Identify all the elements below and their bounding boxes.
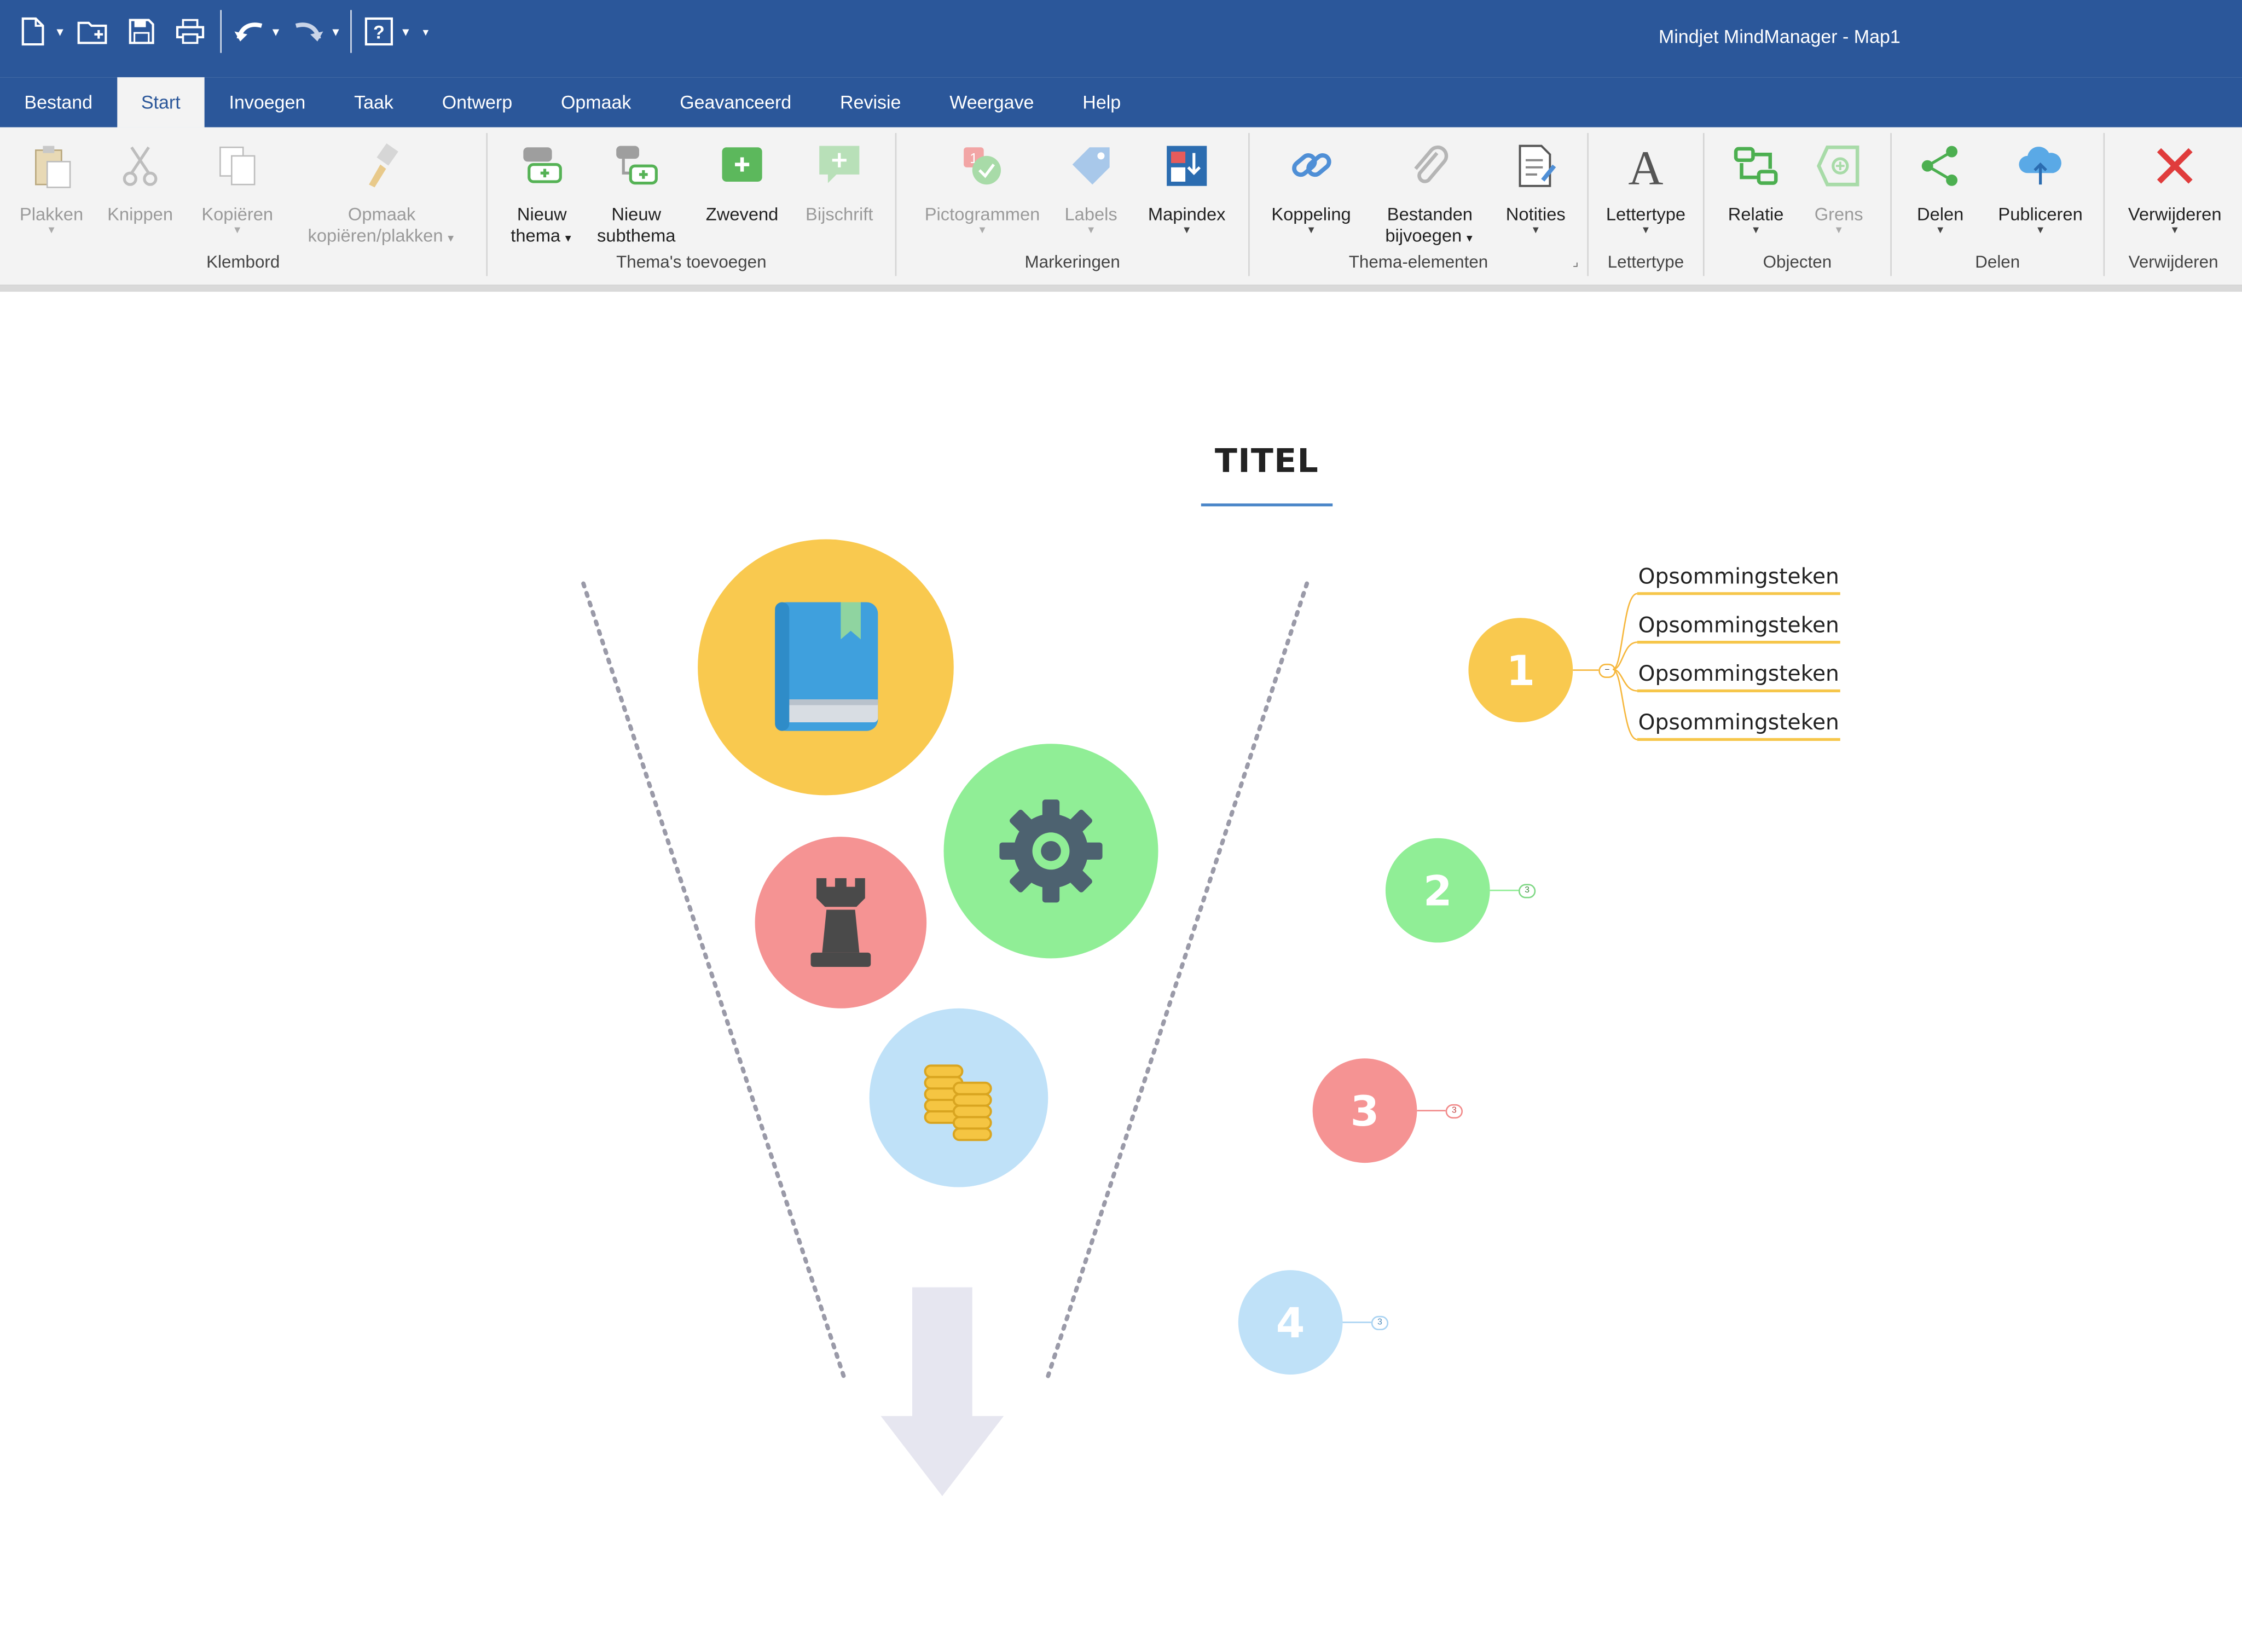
- app-window: ▼ ▼ ▼ ? ▼ ▾ Mindjet MindManager - Map1 B…: [0, 0, 2242, 1652]
- subtopic-bullet-4[interactable]: Opsommingsteken: [1637, 709, 1840, 741]
- subtopic-bullet-1[interactable]: Opsommingsteken: [1637, 564, 1840, 595]
- topic-1-branch-lines: [1612, 593, 1638, 740]
- subtopic-bullet-2[interactable]: Opsommingsteken: [1637, 612, 1840, 644]
- subtopic-bullet-3[interactable]: Opsommingsteken: [1637, 661, 1840, 693]
